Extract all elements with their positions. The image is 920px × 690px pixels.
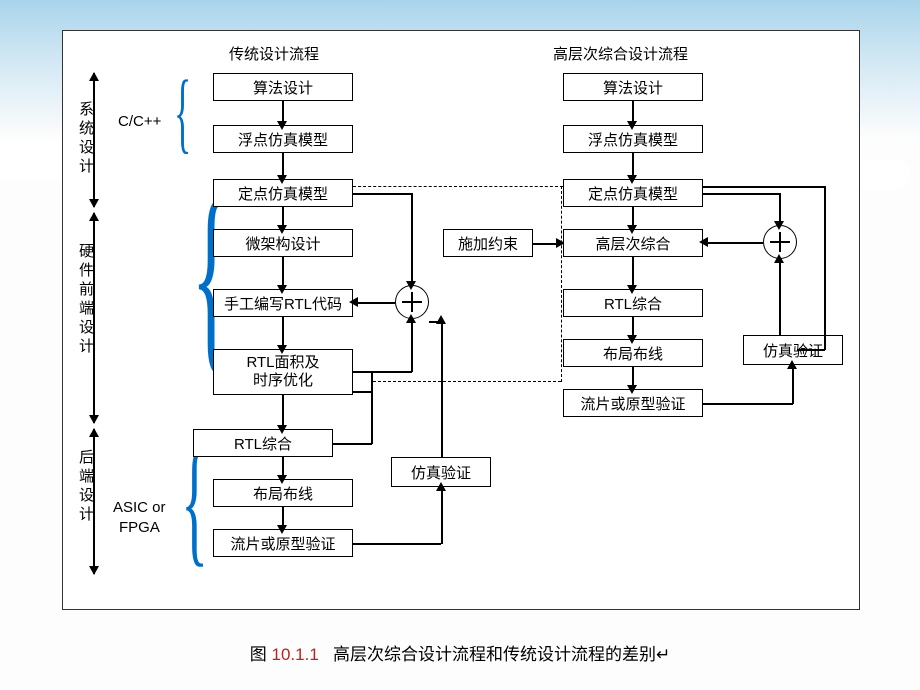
label-fpga: FPGA [119, 519, 160, 536]
section-hw: 硬件前端设计 [75, 243, 96, 357]
box-algo-l: 算法设计 [213, 73, 353, 101]
header-right: 高层次综合设计流程 [553, 43, 688, 64]
diagram-frame: 传统设计流程 高层次综合设计流程 系统设计 硬件前端设计 后端设计 { C/C+… [62, 30, 860, 610]
box-rtlsyn-l: RTL综合 [193, 429, 333, 457]
brace-icon: { [174, 61, 191, 164]
figure-caption: 图 10.1.1 高层次综合设计流程和传统设计流程的差别↵ [0, 640, 920, 665]
section-back: 后端设计 [75, 449, 96, 525]
box-rtl-opt: RTL面积及时序优化 [213, 349, 353, 395]
box-constraint: 施加约束 [443, 229, 533, 257]
box-algo-r: 算法设计 [563, 73, 703, 101]
label-cpp: C/C++ [118, 113, 161, 130]
section-sys: 系统设计 [75, 101, 96, 177]
header-left: 传统设计流程 [229, 43, 319, 64]
label-asic: ASIC or [113, 499, 166, 516]
